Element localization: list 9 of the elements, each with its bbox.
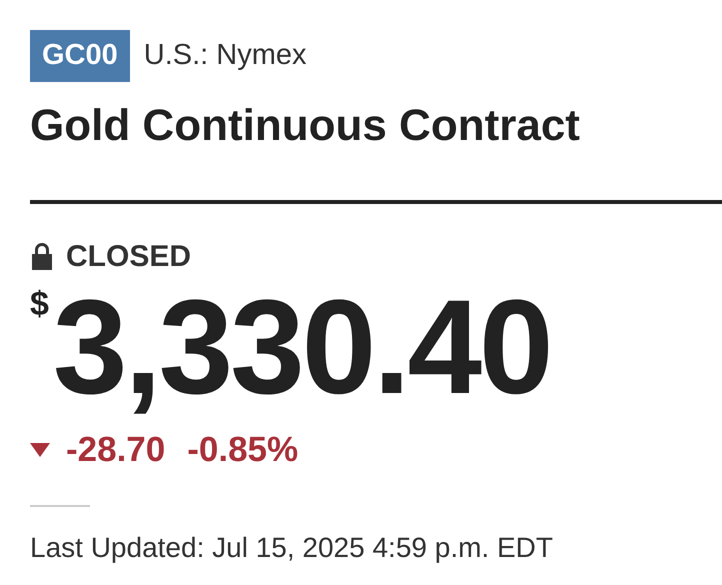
price-change: -28.70	[66, 429, 166, 471]
last-updated: Last Updated: Jul 15, 2025 4:59 p.m. EDT	[30, 530, 554, 565]
instrument-title: Gold Continuous Contract	[30, 100, 581, 152]
ticker-badge: GC00	[30, 30, 130, 82]
percent-change: -0.85%	[187, 429, 298, 471]
price: 3,330.40	[52, 278, 551, 418]
currency-symbol: $	[30, 284, 49, 324]
exchange-label: U.S.: Nymex	[144, 38, 307, 74]
market-status: CLOSED	[66, 238, 192, 274]
